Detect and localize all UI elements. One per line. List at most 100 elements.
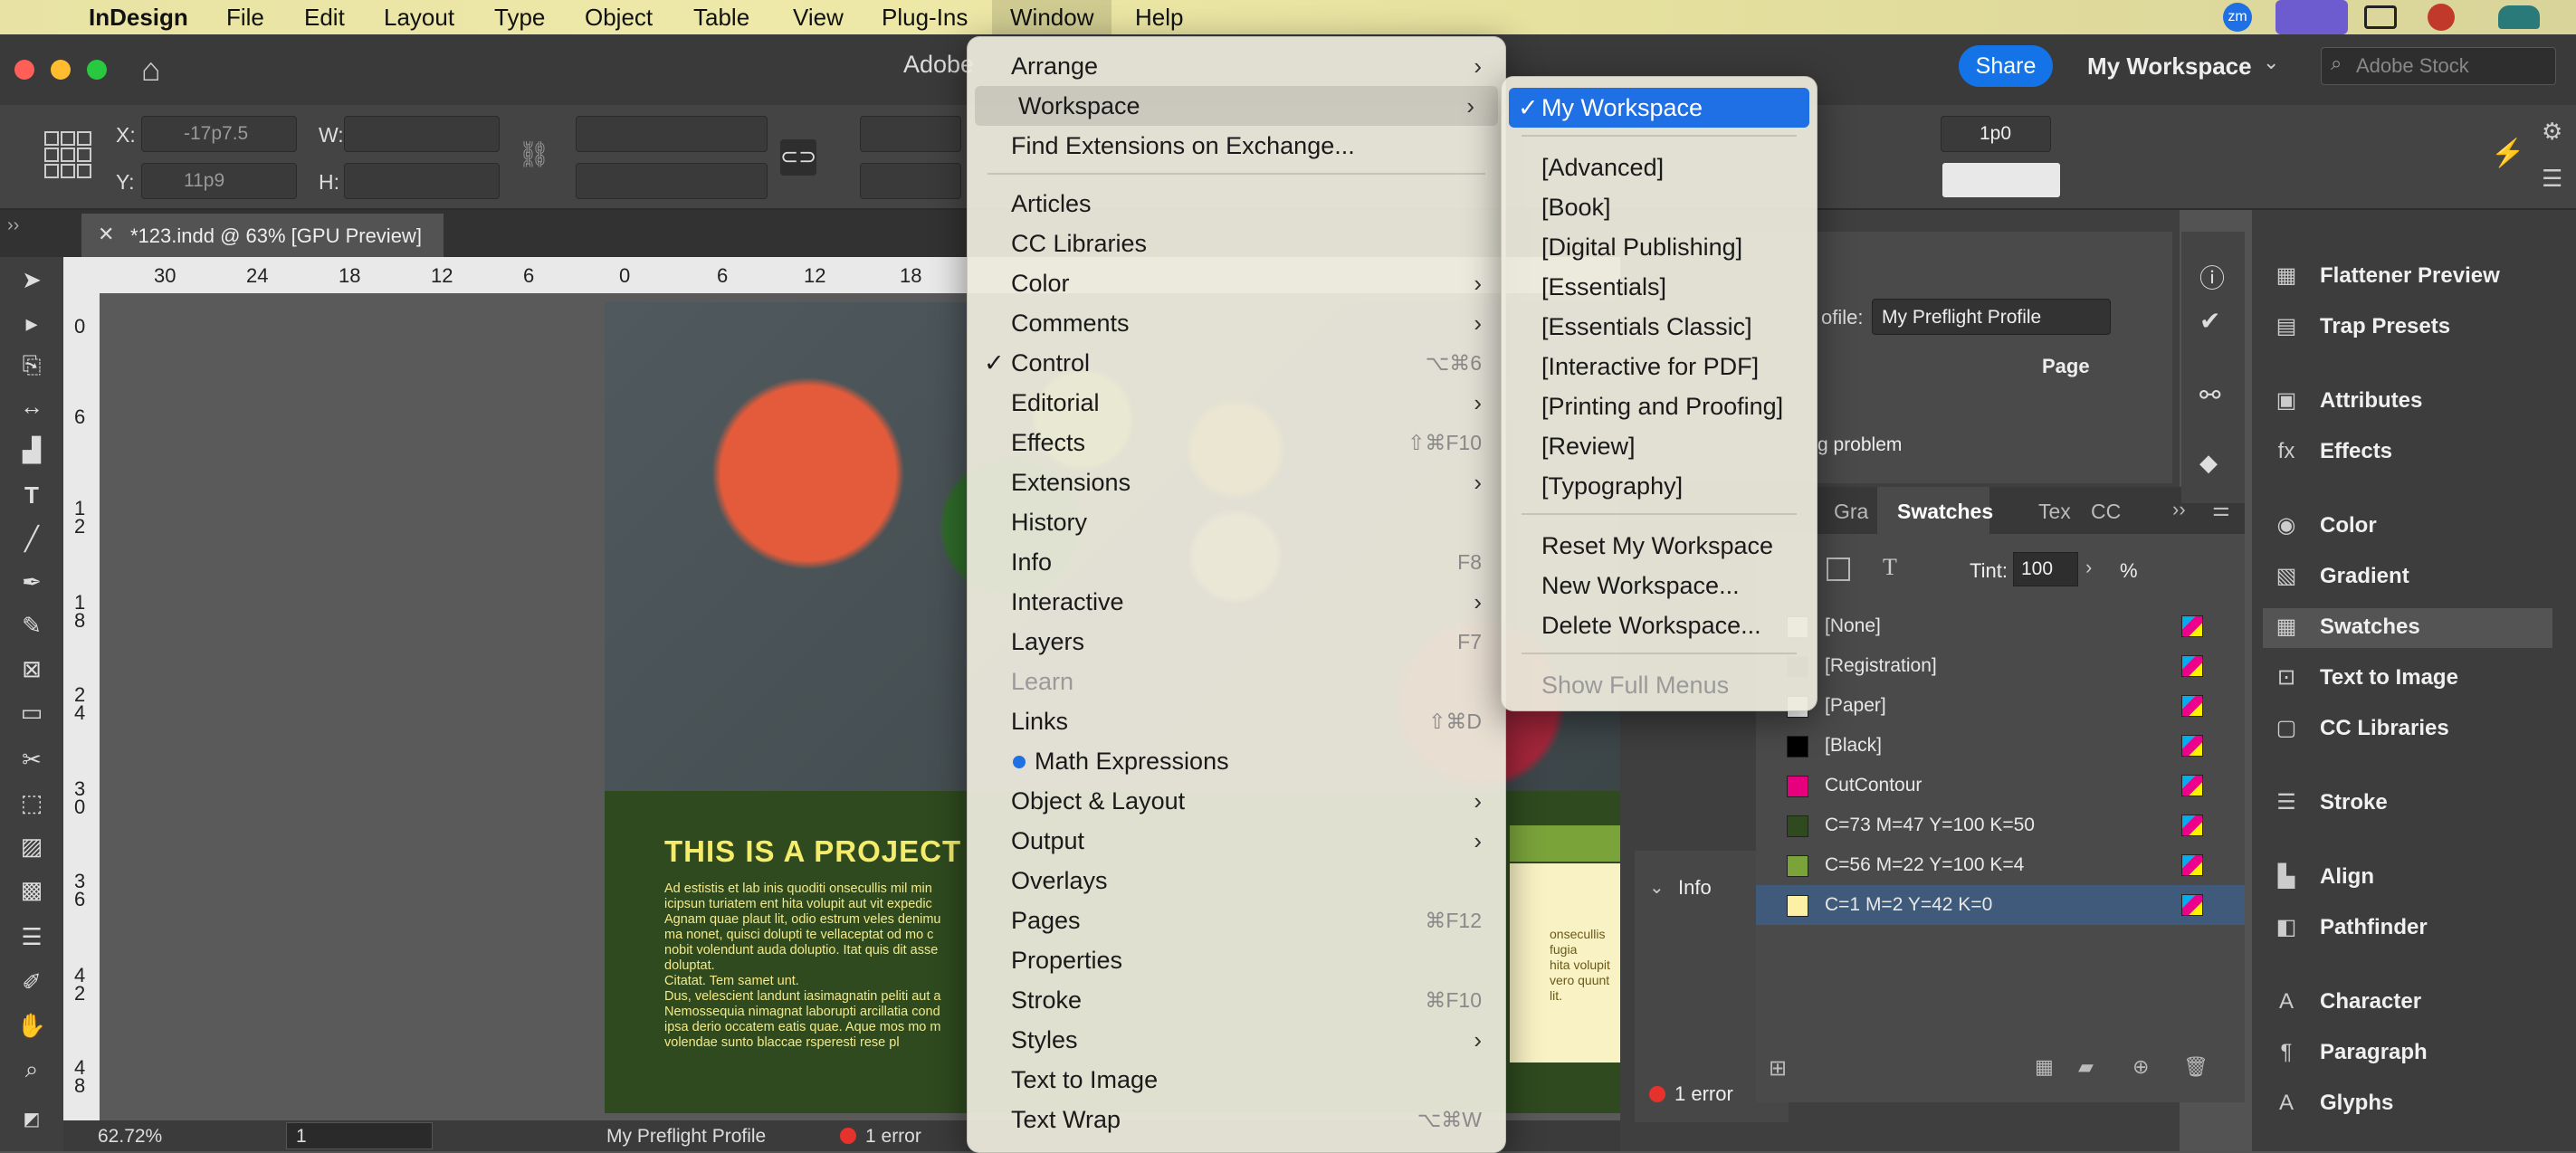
- panel-cc-libraries[interactable]: ▢ CC Libraries: [2270, 706, 2551, 751]
- rectangle-frame-tool-icon[interactable]: ⊠: [14, 652, 49, 686]
- workspace-menu-item[interactable]: [Essentials Classic]: [1502, 307, 1817, 347]
- eyedropper-tool-icon[interactable]: ✐: [14, 965, 49, 999]
- fill-box-icon[interactable]: [1827, 557, 1850, 581]
- menu-object[interactable]: Object: [585, 0, 653, 34]
- tab-cc[interactable]: CC: [2091, 500, 2121, 524]
- cloud-status-icon[interactable]: [2498, 5, 2540, 29]
- panel-character[interactable]: A Character: [2270, 979, 2551, 1024]
- project-heading[interactable]: THIS IS A PROJECT: [664, 834, 961, 869]
- window-menu-item[interactable]: Output ›: [968, 821, 1505, 861]
- window-menu-item[interactable]: Info F8: [968, 542, 1505, 582]
- window-menu-item[interactable]: Stroke ⌘F10: [968, 980, 1505, 1020]
- swatch-options-icon[interactable]: ⊞: [1769, 1055, 1787, 1082]
- w-field[interactable]: [344, 116, 500, 152]
- scale-y-field[interactable]: [576, 163, 768, 199]
- gear-icon[interactable]: ⚙: [2542, 118, 2562, 146]
- pencil-tool-icon[interactable]: ✎: [14, 608, 49, 643]
- window-menu-item[interactable]: Comments ›: [968, 303, 1505, 343]
- tab-gradient[interactable]: Gra: [1834, 500, 1868, 524]
- gap-tool-icon[interactable]: ↔: [14, 389, 49, 424]
- window-menu-item[interactable]: Articles: [968, 184, 1505, 224]
- screen-share-icon[interactable]: [2275, 0, 2348, 34]
- preflight-icon[interactable]: ✔: [2199, 306, 2220, 336]
- stroke-weight-field[interactable]: 1p0: [1941, 116, 2051, 152]
- window-menu-item[interactable]: Find Extensions on Exchange...: [968, 126, 1505, 166]
- window-menu-item[interactable]: Styles ›: [968, 1020, 1505, 1060]
- user-avatar[interactable]: zm: [2223, 3, 2252, 32]
- panel-pathfinder[interactable]: ◧ Pathfinder: [2270, 905, 2551, 950]
- swatch-row[interactable]: [Paper]: [1756, 686, 2245, 726]
- workspace-menu-item[interactable]: [Interactive for PDF]: [1502, 347, 1817, 386]
- close-window-button[interactable]: [14, 60, 34, 80]
- creative-cloud-icon[interactable]: [2428, 4, 2455, 31]
- direct-selection-tool-icon[interactable]: ▸: [14, 306, 49, 340]
- layers-icon[interactable]: ◆: [2199, 449, 2218, 477]
- workspace-menu-item[interactable]: [Typography]: [1502, 466, 1817, 506]
- menu-help[interactable]: Help: [1135, 0, 1183, 34]
- workspace-menu-item[interactable]: Delete Workspace...: [1502, 605, 1817, 645]
- delete-swatch-icon[interactable]: 🗑: [2183, 1055, 2209, 1079]
- pen-tool-icon[interactable]: ✒: [14, 565, 49, 599]
- panel-align[interactable]: ▙ Align: [2270, 854, 2551, 900]
- free-transform-tool-icon[interactable]: ⬚: [14, 786, 49, 820]
- app-menu[interactable]: InDesign: [89, 0, 188, 34]
- window-menu-item[interactable]: ✓ Control ⌥⌘6: [968, 343, 1505, 383]
- panel-gradient[interactable]: ▧ Gradient: [2270, 554, 2551, 599]
- workspace-menu-item[interactable]: Reset My Workspace: [1502, 526, 1817, 566]
- shear-field[interactable]: [860, 163, 961, 199]
- document-tab[interactable]: ✕ *123.indd @ 63% [GPU Preview]: [81, 214, 444, 257]
- info-expand-icon[interactable]: ⌄: [1649, 876, 1665, 899]
- window-menu-item[interactable]: Properties: [968, 940, 1505, 980]
- tint-arrow-icon[interactable]: ›: [2085, 556, 2092, 579]
- links-icon[interactable]: ⚯: [2199, 380, 2220, 410]
- preflight-profile-dropdown[interactable]: My Preflight Profile: [1872, 299, 2111, 335]
- info-panel-title[interactable]: Info: [1678, 876, 1712, 900]
- window-icon[interactable]: [2364, 5, 2397, 29]
- window-menu-item[interactable]: Workspace ›: [975, 86, 1498, 126]
- workspace-menu-item[interactable]: [Book]: [1502, 187, 1817, 227]
- error-count[interactable]: 1 error: [865, 1126, 921, 1148]
- window-menu-item[interactable]: Links ⇧⌘D: [968, 701, 1505, 741]
- fill-stroke-icon[interactable]: ◩: [14, 1102, 49, 1137]
- constrain-proportions-icon[interactable]: ⛓: [518, 139, 550, 169]
- info-icon[interactable]: ⓘ: [2199, 259, 2225, 295]
- workspace-menu-item[interactable]: [Essentials]: [1502, 267, 1817, 307]
- menu-window[interactable]: Window: [992, 0, 1112, 34]
- workspace-menu-item[interactable]: [Review]: [1502, 426, 1817, 466]
- collapse-icon[interactable]: ››: [7, 215, 19, 236]
- panel-text-to-image[interactable]: ⊡ Text to Image: [2270, 655, 2551, 700]
- chevron-down-icon[interactable]: ⌄: [2263, 51, 2279, 74]
- menu-plugins[interactable]: Plug-Ins: [882, 0, 968, 34]
- swatch-row[interactable]: C=73 M=47 Y=100 K=50: [1756, 805, 2245, 845]
- workspace-menu-item[interactable]: [Digital Publishing]: [1502, 227, 1817, 267]
- window-menu-item[interactable]: Color ›: [968, 263, 1505, 303]
- workspace-menu-item[interactable]: [Advanced]: [1502, 148, 1817, 187]
- content-collector-icon[interactable]: ▟: [14, 433, 49, 467]
- h-field[interactable]: [344, 163, 500, 199]
- line-tool-icon[interactable]: ╱: [14, 521, 49, 556]
- lightning-icon[interactable]: ⚡: [2491, 138, 2524, 169]
- gradient-feather-tool-icon[interactable]: ▩: [14, 872, 49, 907]
- tab-swatches[interactable]: Swatches: [1877, 487, 1993, 534]
- type-tool-icon[interactable]: T: [14, 478, 49, 512]
- panel-glyphs[interactable]: A Glyphs: [2270, 1081, 2551, 1126]
- scissors-tool-icon[interactable]: ✂: [14, 742, 49, 777]
- window-menu-item[interactable]: Text Wrap ⌥⌘W: [968, 1100, 1505, 1139]
- hand-tool-icon[interactable]: ✋: [14, 1008, 49, 1043]
- panel-flattener[interactable]: ▦ Flattener Preview: [2270, 253, 2551, 299]
- window-menu-item[interactable]: Interactive ›: [968, 582, 1505, 622]
- page-tool-icon[interactable]: ⎘: [14, 348, 49, 382]
- yellow-side-block[interactable]: onsecullis fugia hita volupit vero quunt…: [1510, 863, 1622, 1062]
- swatch-row[interactable]: C=1 M=2 Y=42 K=0: [1756, 885, 2245, 925]
- panel-fx[interactable]: fx Effects: [2270, 429, 2551, 474]
- stroke-type-dropdown[interactable]: [1942, 163, 2060, 197]
- swatch-row[interactable]: [Black]: [1756, 726, 2245, 766]
- panel-swatches[interactable]: ▦ Swatches: [2270, 605, 2551, 650]
- rectangle-tool-icon[interactable]: ▭: [14, 695, 49, 729]
- page-number-field[interactable]: 1: [286, 1122, 433, 1149]
- window-menu-item[interactable]: Extensions ›: [968, 462, 1505, 502]
- workspace-menu-item[interactable]: ✓ My Workspace: [1509, 88, 1809, 128]
- swatch-row[interactable]: CutContour: [1756, 766, 2245, 805]
- workspace-menu-item[interactable]: New Workspace...: [1502, 566, 1817, 605]
- window-menu-item[interactable]: Object & Layout ›: [968, 781, 1505, 821]
